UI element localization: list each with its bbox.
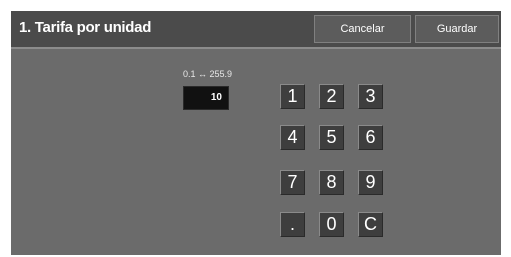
- key-7[interactable]: 7: [280, 170, 305, 195]
- key-9[interactable]: 9: [358, 170, 383, 195]
- key-0[interactable]: 0: [319, 212, 344, 237]
- save-button[interactable]: Guardar: [415, 15, 499, 43]
- settings-screen: 1. Tarifa por unidad Cancelar Guardar 0.…: [11, 11, 501, 255]
- page-title: 1. Tarifa por unidad: [19, 19, 152, 36]
- key-1[interactable]: 1: [280, 84, 305, 109]
- key-5[interactable]: 5: [319, 125, 344, 150]
- value-input-field[interactable]: 10: [183, 86, 229, 110]
- value-range-label: 0.1 ↔ 255.9: [183, 69, 233, 79]
- key-decimal-point[interactable]: .: [280, 212, 305, 237]
- key-3[interactable]: 3: [358, 84, 383, 109]
- cancel-button[interactable]: Cancelar: [314, 15, 411, 43]
- header-bar: 1. Tarifa por unidad Cancelar Guardar: [11, 11, 501, 49]
- value-input-text: 10: [210, 92, 222, 103]
- key-clear[interactable]: C: [358, 212, 383, 237]
- key-4[interactable]: 4: [280, 125, 305, 150]
- key-2[interactable]: 2: [319, 84, 344, 109]
- key-6[interactable]: 6: [358, 125, 383, 150]
- key-8[interactable]: 8: [319, 170, 344, 195]
